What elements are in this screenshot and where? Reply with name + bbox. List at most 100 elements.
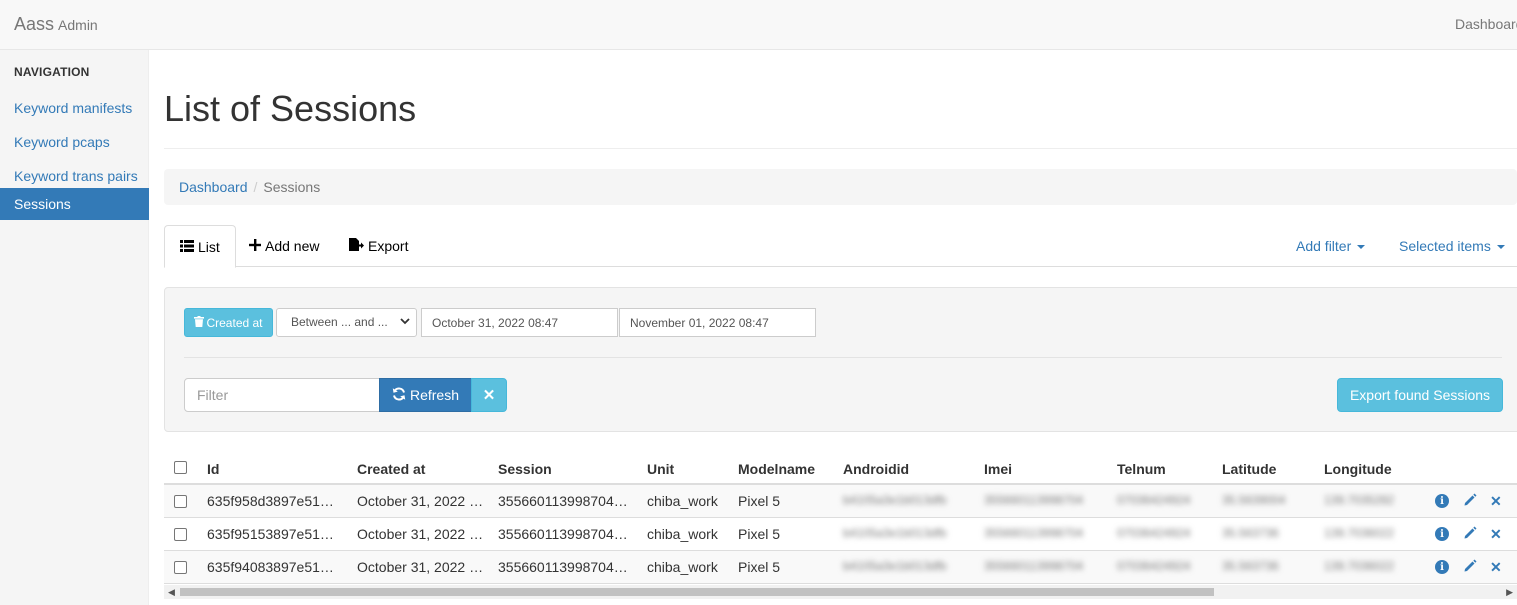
filter-operator-value: Between ... and ... — [291, 315, 388, 329]
column-header-telnum[interactable]: Telnum — [1117, 461, 1166, 477]
column-header-id[interactable]: Id — [207, 461, 219, 477]
tab-add-new-label: Add new — [265, 238, 320, 254]
search-filter-input[interactable]: Filter — [184, 378, 380, 412]
column-header-created-at[interactable]: Created at — [357, 461, 425, 477]
column-header-session[interactable]: Session — [498, 461, 552, 477]
cell-unit: chiba_work — [647, 559, 718, 575]
add-filter-label: Add filter — [1296, 238, 1352, 254]
table-row: 635f958d3897e51… October 31, 2022 … 3556… — [164, 485, 1517, 518]
cell-androidid: b4105a3e1b013dfb — [843, 493, 947, 507]
cell-latitude: 35.5639004 — [1222, 493, 1286, 507]
clear-filter-button[interactable]: ✕ — [471, 378, 507, 412]
table-row: 635f95153897e51… October 31, 2022 … 3556… — [164, 518, 1517, 551]
cell-modelname: Pixel 5 — [738, 493, 781, 509]
table-row: 635f94083897e51… October 31, 2022 … 3556… — [164, 551, 1517, 584]
breadcrumb-dashboard-link[interactable]: Dashboard — [179, 179, 248, 195]
top-navbar: Aass Admin Dashboard — [0, 0, 1517, 50]
cell-id[interactable]: 635f94083897e51… — [207, 559, 342, 575]
caret-down-icon — [1357, 245, 1366, 250]
pencil-icon[interactable] — [1463, 559, 1477, 576]
column-header-longitude[interactable]: Longitude — [1324, 461, 1392, 477]
info-circle-icon[interactable]: i — [1435, 560, 1449, 574]
tab-export-label: Export — [368, 238, 409, 254]
close-icon[interactable]: ✕ — [1490, 559, 1502, 576]
add-filter-dropdown[interactable]: Add filter — [1296, 238, 1366, 254]
filter-divider — [184, 357, 1502, 358]
filter-panel: Created at Between ... and ... October 3… — [164, 287, 1517, 432]
scroll-right-arrow-icon[interactable]: ▶ — [1506, 587, 1513, 598]
sidebar-item-sessions[interactable]: Sessions — [0, 188, 149, 220]
cell-created-at: October 31, 2022 … — [357, 526, 484, 542]
filter-date-from-input[interactable]: October 31, 2022 08:47 — [421, 308, 618, 337]
tab-list[interactable]: List — [164, 225, 236, 268]
refresh-icon — [392, 387, 406, 404]
list-icon — [180, 239, 194, 255]
info-circle-icon[interactable]: i — [1435, 527, 1449, 541]
sidebar-item-keyword-pcaps[interactable]: Keyword pcaps — [0, 126, 149, 158]
close-icon[interactable]: ✕ — [1490, 493, 1502, 510]
refresh-button[interactable]: Refresh — [379, 378, 472, 412]
tab-add-new[interactable]: Add new — [234, 225, 334, 267]
action-tabs: List Add new Export Add filter Selected … — [164, 225, 1517, 268]
close-icon[interactable]: ✕ — [1490, 526, 1502, 543]
cell-telnum: 07036424924 — [1117, 493, 1191, 507]
select-all-checkbox[interactable] — [174, 461, 187, 474]
column-header-androidid[interactable]: Androidid — [843, 461, 909, 477]
brand-subtitle: Admin — [58, 17, 98, 33]
sidebar: NAVIGATION Keyword manifests Keyword pca… — [0, 50, 149, 605]
pencil-icon[interactable] — [1463, 526, 1477, 543]
remove-filter-created-at-button[interactable]: Created at — [184, 308, 273, 337]
cell-unit: chiba_work — [647, 493, 718, 509]
cell-telnum: 07036424924 — [1117, 526, 1191, 540]
plus-icon — [249, 238, 261, 254]
caret-down-icon — [1496, 245, 1505, 250]
column-header-latitude[interactable]: Latitude — [1222, 461, 1276, 477]
row-select-checkbox[interactable] — [174, 495, 187, 508]
refresh-button-label: Refresh — [409, 387, 460, 403]
column-header-unit[interactable]: Unit — [647, 461, 674, 477]
main-content: List of Sessions Dashboard / Sessions List… — [149, 50, 1517, 605]
column-header-imei[interactable]: Imei — [984, 461, 1012, 477]
cell-id[interactable]: 635f958d3897e51… — [207, 493, 342, 509]
row-select-checkbox[interactable] — [174, 528, 187, 541]
close-icon: ✕ — [482, 387, 496, 404]
horizontal-scrollbar[interactable]: ◀ ▶ — [164, 585, 1517, 599]
sidebar-header: NAVIGATION — [14, 65, 90, 79]
filter-field-label: Created at — [206, 315, 263, 330]
filter-operator-select[interactable]: Between ... and ... — [276, 308, 417, 337]
dashboard-nav-link[interactable]: Dashboard — [1455, 16, 1517, 32]
column-header-modelname[interactable]: Modelname — [738, 461, 815, 477]
title-divider — [164, 148, 1517, 149]
tab-export[interactable]: Export — [334, 225, 423, 267]
info-circle-icon[interactable]: i — [1435, 494, 1449, 508]
sidebar-item-keyword-manifests[interactable]: Keyword manifests — [0, 92, 149, 124]
scroll-left-arrow-icon[interactable]: ◀ — [168, 587, 175, 598]
cell-imei: 355660113998704 — [984, 493, 1084, 507]
cell-id[interactable]: 635f95153897e51… — [207, 526, 342, 542]
table-header: Id Created at Session Unit Modelname And… — [164, 452, 1517, 485]
filter-date-to-input[interactable]: November 01, 2022 08:47 — [619, 308, 816, 337]
export-file-icon — [349, 238, 364, 254]
cell-session: 355660113998704… — [498, 493, 628, 509]
cell-latitude: 35.563736 — [1222, 526, 1279, 540]
selected-items-dropdown[interactable]: Selected items — [1399, 238, 1505, 254]
cell-androidid: b4105a3e1b013dfb — [843, 526, 947, 540]
row-select-checkbox[interactable] — [174, 561, 187, 574]
selected-items-label: Selected items — [1399, 238, 1491, 254]
scrollbar-thumb[interactable] — [180, 588, 1214, 596]
cell-session: 355660113998704… — [498, 526, 628, 542]
cell-created-at: October 31, 2022 … — [357, 493, 484, 509]
tab-list-label: List — [198, 238, 220, 255]
brand[interactable]: Aass Admin — [14, 14, 98, 35]
cell-latitude: 35.563736 — [1222, 559, 1279, 573]
breadcrumb-separator: / — [253, 179, 258, 195]
pencil-icon[interactable] — [1463, 493, 1477, 510]
breadcrumb: Dashboard / Sessions — [164, 169, 1517, 205]
cell-longitude: 139.7036022 — [1324, 559, 1395, 573]
breadcrumb-current: Sessions — [263, 179, 321, 195]
cell-androidid: b4105a3e1b013dfb — [843, 559, 947, 573]
cell-session: 355660113998704… — [498, 559, 628, 575]
export-found-sessions-button[interactable]: Export found Sessions — [1337, 378, 1503, 412]
cell-telnum: 07036424924 — [1117, 559, 1191, 573]
cell-modelname: Pixel 5 — [738, 526, 781, 542]
